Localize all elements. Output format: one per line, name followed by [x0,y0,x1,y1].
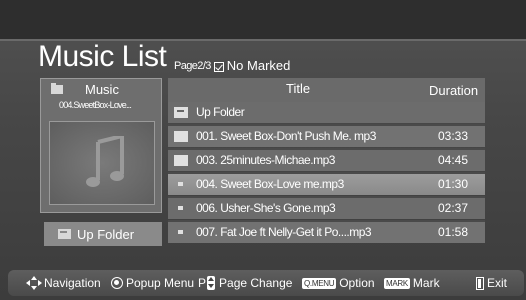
hint-option: Q.MENU Option [302,276,375,290]
page-indicator: Page 2/3 No Marked [174,58,290,73]
column-duration: Duration [429,83,479,98]
list-item[interactable]: 007. Fat Joe ft Nelly-Get it Po....mp3 0… [168,222,485,243]
page-title: Music List [38,40,167,73]
enter-button-icon [111,277,123,289]
list-item-up-folder[interactable]: Up Folder [168,102,485,123]
hint-page-change: P Page Change [198,276,292,290]
audio-file-icon [178,182,183,186]
hint-exit: Exit [476,276,507,290]
column-title: Title [286,81,311,96]
list-item-duration: 01:58 [438,225,469,239]
list-item-duration: 01:30 [438,177,469,191]
folder-icon [174,131,188,142]
list-item-name: 007. Fat Joe ft Nelly-Get it Po....mp3 [196,225,372,239]
mark-key-icon: MARK [384,277,410,289]
hint-navigation: Navigation [26,276,101,290]
preview-header: Music 004.SweetBox-Love... [41,79,161,117]
top-band [0,0,526,40]
list-header: Title Duration [168,78,485,102]
list-item-name: 003. 25minutes-Michae.mp3 [196,153,335,167]
album-art [49,121,155,205]
folder-icon [174,155,188,166]
list-item-duration: 04:45 [438,153,469,167]
marked-status: No Marked [226,58,291,73]
audio-file-icon [178,230,183,234]
list-item-name: Up Folder [196,105,245,119]
list-item-duration: 03:33 [438,129,469,143]
file-list: Title Duration Up Folder 001. Sweet Box-… [168,78,488,250]
list-item-name: 006. Usher-She's Gone.mp3 [196,201,336,215]
up-folder-icon [174,107,188,118]
hint-mark: MARK Mark [384,276,440,290]
list-item-name: 004. Sweet Box-Love me.mp3 [196,177,344,191]
up-folder-button[interactable]: Up Folder [44,222,162,246]
music-note-icon [86,136,124,187]
list-item[interactable]: 006. Usher-She's Gone.mp3 02:37 [168,198,485,219]
up-folder-label: Up Folder [77,226,135,242]
qmenu-key-icon: Q.MENU [302,277,337,289]
hint-exit-label: Exit [487,276,508,290]
list-item[interactable]: 003. 25minutes-Michae.mp3 04:45 [168,150,485,171]
checkbox-icon [213,61,224,72]
list-item[interactable]: 001. Sweet Box-Don't Push Me. mp3 03:33 [168,126,485,147]
exit-door-icon [476,276,484,290]
preview-category: Music [85,82,119,97]
list-item-selected[interactable]: 004. Sweet Box-Love me.mp3 01:30 [168,174,485,195]
page-updown-icon [207,276,216,290]
page-prefix: Page [174,59,198,72]
preview-panel: Music 004.SweetBox-Love... [40,78,162,213]
hint-option-label: Option [339,276,375,290]
page-value: 2/3 [197,59,211,72]
hint-popup-menu-label: Popup Menu [126,276,195,290]
hint-page-change-label: Page Change [219,276,293,290]
preview-file-name: 004.SweetBox-Love... [59,100,132,110]
hint-navigation-label: Navigation [44,276,101,290]
up-folder-icon [58,229,71,239]
list-item-duration: 02:37 [438,201,469,215]
help-bar: Navigation Popup Menu P Page Change Q.ME… [8,270,524,296]
list-item-name: 001. Sweet Box-Don't Push Me. mp3 [196,129,376,143]
audio-file-icon [178,206,183,210]
music-list-screen: Music List Page 2/3 No Marked Music 004.… [0,0,526,300]
page-key-label: P [198,276,207,290]
hint-mark-label: Mark [412,276,440,290]
navigation-arrows-icon [26,276,42,290]
hint-popup-menu: Popup Menu [111,276,194,290]
music-folder-icon [51,83,63,94]
